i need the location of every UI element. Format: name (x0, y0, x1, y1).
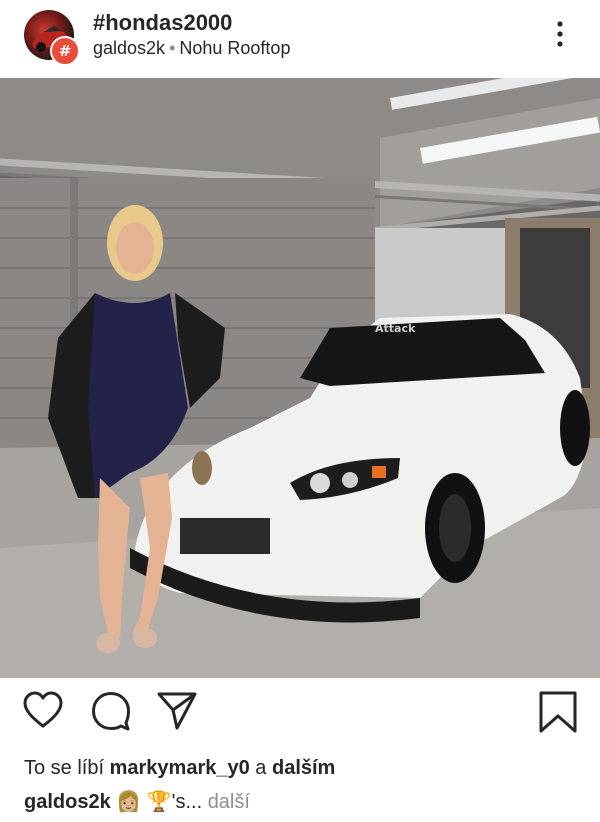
caption-emoji-trophy: 🏆 (146, 791, 172, 813)
more-options-icon[interactable] (550, 18, 570, 50)
likes-middle: a (249, 757, 272, 779)
caption-text: 's... (171, 791, 208, 813)
comment-icon[interactable] (90, 690, 132, 737)
bookmark-icon[interactable] (538, 690, 578, 739)
liker-username[interactable]: markymark_y0 (110, 757, 250, 779)
heart-icon[interactable] (22, 690, 64, 737)
caption-emoji-woman: 👩🏼 (116, 791, 142, 813)
send-icon[interactable] (156, 690, 198, 737)
action-bar (0, 690, 600, 746)
hashtag-badge-icon: # (50, 36, 80, 66)
likes-prefix: To se líbí (24, 757, 110, 779)
location-link[interactable]: Nohu Rooftop (179, 38, 290, 58)
post-title[interactable]: #hondas2000 (93, 10, 232, 36)
post-subtitle: galdos2k • Nohu Rooftop (93, 38, 290, 59)
likes-others-link[interactable]: dalším (272, 757, 335, 779)
caption-username[interactable]: galdos2k (24, 791, 111, 813)
caption-more-link[interactable]: další (208, 791, 250, 813)
likes-summary: To se líbí markymark_y0 a dalším (24, 757, 335, 780)
username-link[interactable]: galdos2k (93, 38, 165, 58)
windshield-text: Attack (375, 322, 416, 335)
post-header: # #hondas2000 galdos2k • Nohu Rooftop (0, 0, 600, 78)
separator-dot: • (169, 38, 176, 58)
post-photo[interactable]: Attack (0, 78, 600, 678)
post-caption: galdos2k 👩🏼 🏆's... další (24, 789, 250, 814)
